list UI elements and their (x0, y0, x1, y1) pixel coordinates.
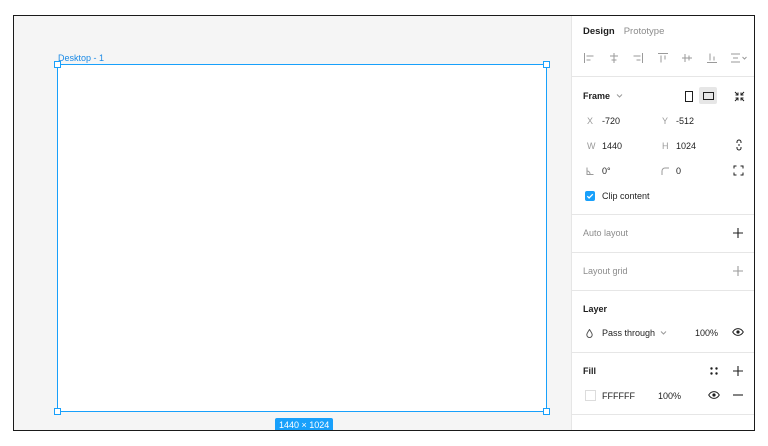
independent-corners-button[interactable] (732, 164, 745, 177)
properties-panel: Design Prototype Frame X -720 Y -512 W 1… (571, 16, 754, 430)
x-label: X (587, 116, 594, 126)
panel-tabs: Design Prototype (583, 26, 664, 37)
resize-to-fit-button[interactable] (732, 89, 746, 103)
resize-handle-top-right[interactable] (543, 61, 550, 68)
resize-handle-bottom-right[interactable] (543, 408, 550, 415)
x-input[interactable]: -720 (602, 116, 620, 126)
desktop-frame[interactable] (54, 61, 550, 415)
link-icon (736, 139, 742, 151)
add-fill-button[interactable] (731, 364, 745, 378)
y-label: Y (662, 116, 669, 126)
blend-mode-select[interactable]: Pass through (602, 328, 667, 338)
divider (572, 290, 754, 291)
fill-styles-button[interactable] (707, 364, 721, 378)
divider (572, 352, 754, 353)
w-label: W (587, 141, 596, 151)
align-left-icon[interactable] (583, 52, 595, 64)
height-input[interactable]: 1024 (676, 141, 696, 151)
align-horizontal-center-icon[interactable] (608, 52, 620, 64)
corners-icon (733, 165, 744, 176)
frame-section-title[interactable]: Frame (583, 91, 623, 101)
fill-visibility-toggle[interactable] (707, 389, 721, 401)
tab-prototype[interactable]: Prototype (624, 26, 665, 37)
resize-handle-bottom-left[interactable] (54, 408, 61, 415)
fill-opacity-input[interactable]: 100% (658, 391, 681, 401)
align-vertical-center-icon[interactable] (681, 52, 693, 64)
fill-title: Fill (583, 366, 596, 376)
canvas[interactable]: Desktop - 1 1440 × 1024 (14, 16, 571, 430)
collapse-arrows-icon (734, 91, 744, 101)
align-right-icon[interactable] (632, 52, 644, 64)
blend-mode-value: Pass through (602, 328, 656, 338)
tab-design[interactable]: Design (583, 26, 615, 37)
auto-layout-title: Auto layout (583, 228, 629, 238)
distribute-dropdown-icon[interactable] (730, 52, 748, 64)
landscape-orientation-button[interactable] (699, 87, 717, 104)
remove-fill-button[interactable] (731, 389, 745, 401)
frame-size-badge: 1440 × 1024 (275, 418, 334, 430)
rotation-input[interactable]: 0° (602, 166, 611, 176)
divider (572, 414, 754, 415)
frame-name-label[interactable]: Desktop - 1 (58, 53, 104, 63)
layer-title: Layer (583, 304, 608, 314)
divider (572, 214, 754, 215)
y-input[interactable]: -512 (676, 116, 694, 126)
resize-handle-top-left[interactable] (54, 61, 61, 68)
portrait-orientation-button[interactable] (682, 88, 696, 104)
portrait-icon (685, 90, 693, 102)
fill-hex-input[interactable]: FFFFFF (602, 391, 635, 401)
layer-visibility-toggle[interactable] (731, 326, 745, 338)
layout-grid-title: Layout grid (583, 266, 628, 276)
plus-icon (733, 266, 743, 276)
eye-icon (708, 391, 720, 399)
clip-content-label: Clip content (602, 191, 650, 201)
h-label: H (662, 141, 669, 151)
chevron-down-icon (616, 94, 622, 98)
divider (572, 252, 754, 253)
checkmark-icon (586, 193, 594, 199)
blend-mode-drop-icon (586, 329, 593, 338)
chevron-down-icon (660, 331, 666, 335)
corner-radius-icon (661, 167, 669, 175)
align-top-icon[interactable] (657, 52, 669, 64)
landscape-icon (702, 91, 714, 100)
rotation-icon (586, 167, 594, 175)
divider (572, 76, 754, 77)
align-bottom-icon[interactable] (706, 52, 718, 64)
clip-content-checkbox[interactable] (585, 191, 595, 201)
plus-icon (733, 228, 743, 238)
add-auto-layout-button[interactable] (731, 226, 745, 240)
styles-grid-icon (710, 367, 718, 375)
constrain-proportions-button[interactable] (733, 138, 745, 152)
add-layout-grid-button[interactable] (731, 264, 745, 278)
figma-window: Desktop - 1 1440 × 1024 Design Prototype… (13, 15, 755, 431)
alignment-toolbar (583, 52, 748, 64)
plus-icon (733, 366, 743, 376)
fill-color-swatch[interactable] (585, 390, 596, 401)
corner-radius-input[interactable]: 0 (676, 166, 681, 176)
eye-icon (732, 328, 744, 336)
minus-icon (733, 394, 743, 396)
layer-opacity-input[interactable]: 100% (695, 328, 718, 338)
width-input[interactable]: 1440 (602, 141, 622, 151)
